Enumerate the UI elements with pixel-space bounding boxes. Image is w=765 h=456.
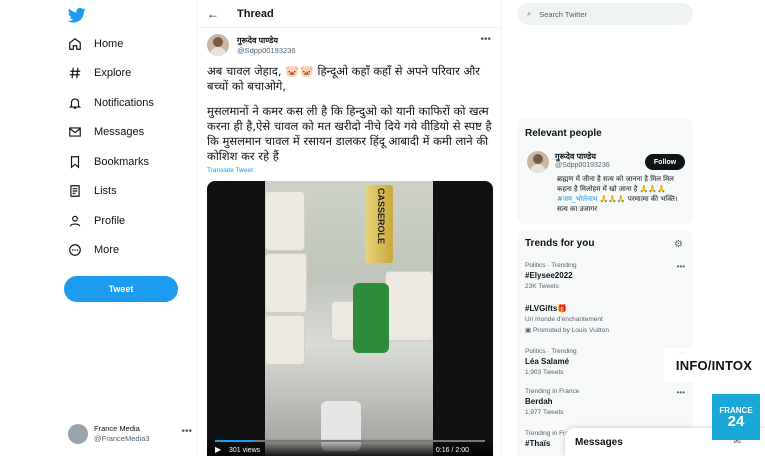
search-input[interactable]: ⌕ Search Twitter: [517, 3, 693, 25]
trend-name: #LVGifts🎁: [525, 304, 568, 313]
tweet-paragraph: मुसलमानों ने कमर कस ली है कि हिन्दुओ को …: [207, 104, 492, 163]
account-name: France Media: [94, 424, 140, 433]
account-switcher[interactable]: France Media @FranceMedia3 •••: [68, 420, 192, 448]
list-icon: [70, 185, 80, 197]
relevant-user[interactable]: गुरूदेव पाण्डेय @Sdpp00193236: [527, 151, 610, 173]
translate-tweet-link[interactable]: Translate Tweet: [207, 167, 253, 174]
mail-icon: [69, 127, 81, 137]
nav-profile-label: Profile: [94, 215, 126, 227]
france24-logo: FRANCE 24: [712, 394, 760, 440]
account-handle: @FranceMedia3: [94, 434, 150, 443]
home-icon: [69, 38, 81, 50]
tweet-text: अब चावल जेहाद, 🐷🐷 हिन्दूओ कहाँ कहाँ से अ…: [207, 64, 497, 174]
nav-notifications-label: Notifications: [94, 97, 154, 109]
relevant-people-title: Relevant people: [525, 128, 602, 139]
thread-header: ← Thread: [197, 0, 501, 28]
bookmark-icon: [70, 156, 80, 169]
tweet-author[interactable]: गुरूदेव पाण्डेय @Sdpp00193236: [207, 34, 296, 56]
nav-explore[interactable]: Explore: [68, 61, 131, 85]
nav-bookmarks[interactable]: Bookmarks: [68, 150, 149, 174]
more-dots-icon[interactable]: •••: [181, 426, 192, 437]
nav-notifications[interactable]: Notifications: [68, 91, 154, 115]
trend-name: Léa Salamé: [525, 357, 570, 366]
promoted-label: ▣ Promoted by Louis Vuitton: [525, 326, 685, 334]
trend-name: #Elysee2022: [525, 271, 573, 280]
bell-icon: [68, 98, 82, 109]
hashtag-icon: [69, 67, 81, 79]
trends-card: Trends for you ⚙ Politics · Trending #El…: [517, 230, 693, 456]
promoted-icon: ▣: [525, 327, 532, 334]
twitter-bird-icon[interactable]: [68, 6, 86, 24]
avatar[interactable]: [207, 34, 229, 56]
video-progress-fill: [215, 440, 253, 442]
nav-lists-label: Lists: [94, 185, 117, 197]
nav-home-label: Home: [94, 38, 124, 50]
trends-title: Trends for you: [525, 238, 595, 249]
search-placeholder: Search Twitter: [539, 9, 588, 19]
trend-context: Trending in France: [525, 388, 580, 395]
nav-lists[interactable]: Lists: [68, 179, 117, 203]
avatar[interactable]: [527, 151, 549, 173]
follow-button[interactable]: Follow: [645, 154, 685, 170]
logo-number: 24: [727, 412, 745, 430]
person-icon: [69, 215, 81, 227]
video-time: 0:16 / 2:00: [435, 447, 469, 454]
more-dots-icon[interactable]: •••: [677, 388, 685, 397]
page-title: Thread: [237, 7, 274, 20]
video-player[interactable]: CASSEROLE ▶ 301 views 0:16 / 2:00: [207, 181, 493, 456]
nav-explore-label: Explore: [94, 67, 132, 79]
promoted-text: Promoted by Louis Vuitton: [532, 327, 609, 334]
bag-label: CASSEROLE: [376, 187, 387, 245]
page: Home Explore Notifications Messages Book…: [0, 0, 765, 456]
gear-icon[interactable]: ⚙: [674, 239, 683, 250]
trend-item[interactable]: Politics · Trending #Elysee2022 23K Twee…: [525, 262, 685, 290]
nav-more[interactable]: More: [68, 238, 119, 262]
relevant-bio: ब्राह्मण में जीना है सत्य को जानना है मि…: [557, 174, 687, 214]
sidebar-nav: Home Explore Notifications Messages Book…: [60, 0, 192, 456]
tweet-button[interactable]: Tweet: [64, 276, 178, 302]
trend-count: 23K Tweets: [525, 283, 559, 290]
relevant-handle[interactable]: @Sdpp00193236: [555, 162, 610, 169]
relevant-name[interactable]: गुरूदेव पाण्डेय: [555, 151, 610, 162]
nav-messages-label: Messages: [94, 126, 145, 138]
search-icon: ⌕: [527, 9, 532, 18]
trend-item[interactable]: Politics · Trending Léa Salamé 1,903 Twe…: [525, 348, 685, 376]
author-name[interactable]: गुरूदेव पाण्डेय: [237, 35, 296, 46]
thread-column: ← Thread गुरूदेव पाण्डेय @Sdpp00193236 •…: [196, 0, 502, 456]
nav-home[interactable]: Home: [68, 32, 123, 56]
trend-count: 1,903 Tweets: [525, 369, 564, 376]
back-arrow-icon[interactable]: ←: [207, 7, 219, 21]
avatar: [68, 424, 88, 444]
video-views: 301 views: [229, 447, 261, 454]
nav-bookmarks-label: Bookmarks: [94, 156, 150, 168]
nav-messages[interactable]: Messages: [68, 120, 144, 144]
nav-profile[interactable]: Profile: [68, 209, 125, 233]
more-dots-icon[interactable]: •••: [480, 34, 491, 45]
relevant-people-card: Relevant people गुरूदेव पाण्डेय @Sdpp001…: [517, 118, 693, 224]
author-handle[interactable]: @Sdpp00193236: [237, 46, 296, 55]
trend-count: 1,977 Tweets: [525, 409, 564, 416]
video-progress-bar[interactable]: [215, 440, 485, 442]
trend-name: Berdah: [525, 397, 553, 406]
trend-item[interactable]: Trending in France Berdah 1,977 Tweets •…: [525, 388, 685, 416]
trend-item-promoted[interactable]: #LVGifts🎁 Un monde d'enchantement ▣ Prom…: [525, 302, 685, 334]
trend-context: Politics · Trending: [525, 348, 577, 355]
trend-context: Politics · Trending: [525, 262, 577, 269]
more-circle-icon: [69, 244, 81, 256]
play-icon[interactable]: ▶: [215, 445, 221, 454]
trend-description: Un monde d'enchantement: [525, 316, 603, 323]
info-intox-overlay: INFO/INTOX: [664, 348, 764, 382]
video-frame: CASSEROLE: [265, 181, 433, 456]
tweet-paragraph: अब चावल जेहाद, 🐷🐷 हिन्दूओ कहाँ कहाँ से अ…: [207, 64, 480, 93]
right-sidebar: ⌕ Search Twitter Relevant people गुरूदेव…: [512, 0, 765, 456]
bio-text: ब्राह्मण में जीना है सत्य को जानना है मि…: [557, 175, 674, 193]
messages-drawer-label: Messages: [575, 436, 623, 448]
nav-more-label: More: [94, 244, 120, 256]
bio-hashtag-link[interactable]: #जय_भोलेनाथ 🙏🙏🙏: [557, 195, 626, 203]
more-dots-icon[interactable]: •••: [677, 262, 685, 271]
